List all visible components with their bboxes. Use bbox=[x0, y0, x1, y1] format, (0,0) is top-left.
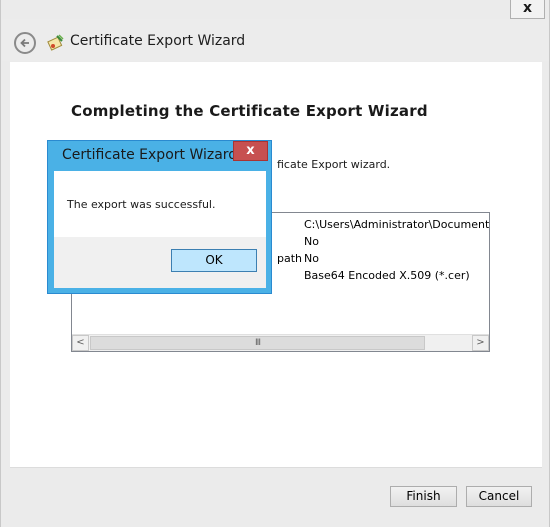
message-dialog: Certificate Export Wizard x The export w… bbox=[47, 140, 272, 294]
intro-text: ficate Export wizard. bbox=[277, 158, 391, 171]
page-heading: Completing the Certificate Export Wizard bbox=[71, 102, 428, 120]
settings-row-value: C:\Users\Administrator\Documents\CA bbox=[304, 218, 490, 231]
settings-row-value: No bbox=[304, 235, 319, 248]
window-close-button[interactable]: x bbox=[510, 0, 545, 19]
settings-row-label: path bbox=[276, 252, 302, 265]
ok-button[interactable]: OK bbox=[171, 249, 257, 272]
back-button[interactable] bbox=[14, 32, 36, 54]
wizard-title: Certificate Export Wizard bbox=[70, 33, 246, 49]
settings-row-value: Base64 Encoded X.509 (*.cer) bbox=[304, 269, 470, 282]
scrollbar-thumb[interactable]: III bbox=[90, 336, 425, 350]
horizontal-scrollbar[interactable]: < III > bbox=[72, 334, 489, 351]
dialog-footer: OK bbox=[54, 237, 266, 288]
wizard-header: Certificate Export Wizard bbox=[2, 19, 549, 61]
scroll-left-button[interactable]: < bbox=[72, 335, 89, 351]
settings-row-value: No bbox=[304, 252, 319, 265]
back-arrow-icon bbox=[20, 38, 29, 48]
scroll-right-button[interactable]: > bbox=[472, 335, 489, 351]
dialog-message: The export was successful. bbox=[67, 198, 216, 211]
finish-button[interactable]: Finish bbox=[390, 486, 457, 507]
dialog-title: Certificate Export Wizard bbox=[62, 147, 238, 163]
dialog-close-button[interactable]: x bbox=[233, 141, 268, 161]
cancel-button[interactable]: Cancel bbox=[466, 486, 532, 507]
dialog-body: The export was successful. OK bbox=[54, 171, 266, 288]
footer-separator bbox=[10, 467, 542, 468]
certificate-icon bbox=[47, 34, 64, 51]
